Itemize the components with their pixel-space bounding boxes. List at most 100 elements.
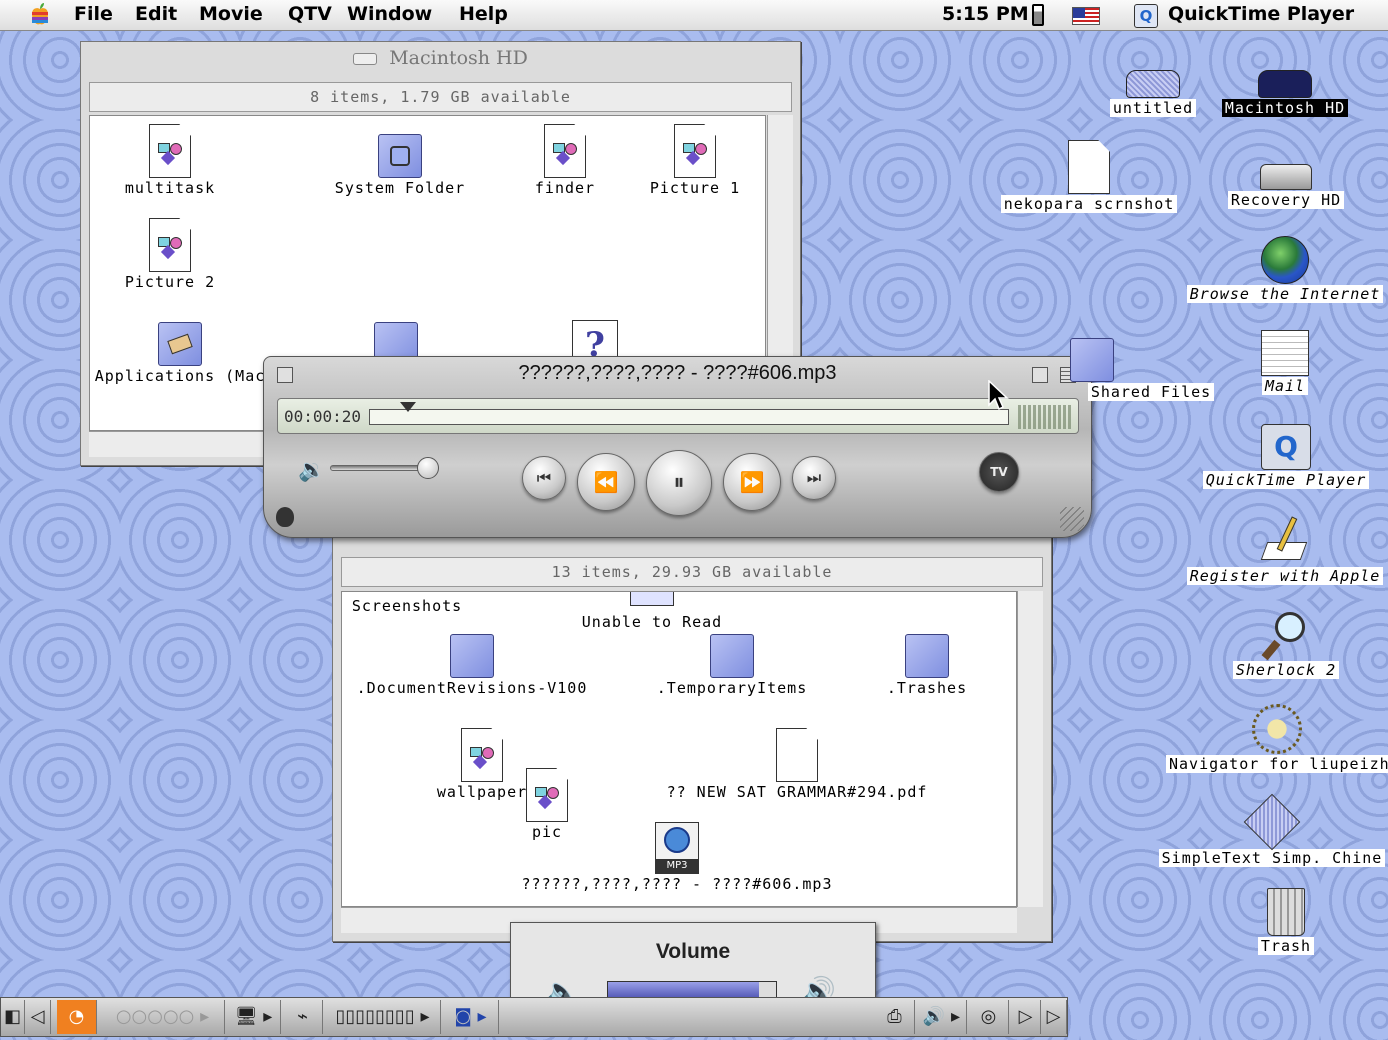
file-sat-grammar-pdf[interactable]: ?? NEW SAT GRAMMAR#294.pdf	[637, 728, 957, 801]
app-switcher-icon[interactable]: Q	[1134, 4, 1158, 28]
strip-appletalk[interactable]: ○○○○○ ▸	[101, 1000, 225, 1034]
icon-label: Unable to Read	[579, 613, 725, 631]
icon-label: Macintosh HD	[1221, 99, 1349, 117]
folder-document-revisions[interactable]: .DocumentRevisions-V100	[342, 634, 602, 697]
menu-help[interactable]: Help	[459, 3, 508, 25]
folder-icon	[1070, 338, 1114, 382]
file-system-folder[interactable]: System Folder	[320, 134, 480, 197]
strip-cd-icon[interactable]: ◎	[969, 1000, 1009, 1034]
icon-label: Sherlock 2	[1232, 661, 1340, 679]
desktop-navigator[interactable]: Navigator for liupeizh	[1166, 704, 1388, 773]
quicktime-player-window: ??????,????,???? - ????#606.mp3 00:00:20…	[263, 356, 1092, 538]
folder-screenshots[interactable]: Screenshots	[342, 596, 472, 615]
volume-knob[interactable]	[417, 457, 439, 479]
strip-scroll-left[interactable]: ◁	[25, 1000, 51, 1034]
menu-movie[interactable]: Movie	[199, 3, 263, 25]
player-title[interactable]: ??????,????,???? - ????#606.mp3	[264, 362, 1091, 385]
unable-to-read-icon[interactable]	[630, 592, 674, 606]
picture-doc-icon	[149, 218, 191, 272]
file-multitask[interactable]: multitask	[120, 124, 220, 197]
zoom-box[interactable]	[1032, 367, 1048, 383]
icon-label: Applications (Mac	[92, 367, 268, 385]
file-applications[interactable]: Applications (Mac	[90, 322, 280, 385]
strip-sound-icon[interactable]: 🔊 ▸	[917, 1000, 967, 1034]
file-picture-2[interactable]: Picture 2	[120, 218, 220, 291]
folder-trashes[interactable]: .Trashes	[872, 634, 982, 697]
folder-temporary-items[interactable]: .TemporaryItems	[642, 634, 822, 697]
desktop-trash[interactable]: Trash	[1244, 888, 1328, 955]
volume-slider[interactable]	[330, 457, 439, 479]
desktop-browse-internet[interactable]: Browse the Internet	[1184, 236, 1386, 303]
flag-icon[interactable]	[1072, 7, 1100, 25]
picture-doc-icon	[526, 768, 568, 822]
menu-file[interactable]: File	[74, 3, 113, 25]
menu-edit[interactable]: Edit	[135, 3, 177, 25]
battery-icon[interactable]	[1032, 4, 1044, 26]
desktop-mail[interactable]: Mail	[1240, 330, 1330, 395]
lcd-display: 00:00:20	[277, 398, 1079, 434]
resize-grip[interactable]	[1060, 507, 1084, 531]
level-meter	[1018, 405, 1072, 429]
window-info-text: 8 items, 1.79 GB available	[310, 88, 571, 106]
file-finder[interactable]: finder	[515, 124, 615, 197]
strip-monitor-icon[interactable]: 🖥 ▸	[227, 1000, 281, 1034]
rewind-button[interactable]: ⏪	[577, 453, 635, 511]
desktop-macintosh-hd[interactable]: Macintosh HD	[1212, 70, 1358, 117]
desktop-register-apple[interactable]: Register with Apple	[1182, 516, 1388, 585]
menu-bar: File Edit Movie QTV Window Help 5:15 PM …	[0, 0, 1388, 31]
pause-button[interactable]: ⏸	[646, 450, 712, 516]
desktop-recovery-hd[interactable]: Recovery HD	[1218, 164, 1354, 209]
icon-label: finder	[532, 179, 598, 197]
tv-button[interactable]: TV	[979, 452, 1019, 492]
strip-map-icon[interactable]: ◙ ▸	[443, 1000, 499, 1034]
go-to-start-button[interactable]: ⏮	[522, 456, 566, 500]
strip-end-tab[interactable]: ▷	[1041, 1000, 1067, 1034]
strip-speaker-icon[interactable]: ▷	[1011, 1000, 1041, 1034]
window-title-bar[interactable]: Macintosh HD	[81, 42, 800, 74]
playhead[interactable]	[400, 402, 417, 412]
mail-icon	[1261, 330, 1309, 376]
file-mp3[interactable]: MP3 ??????,????,???? - ????#606.mp3	[502, 822, 852, 893]
drive-window: 13 items, 29.93 GB available Screenshots…	[332, 520, 1052, 942]
apple-logo-icon	[276, 507, 294, 527]
icon-label: Mail	[1261, 377, 1309, 395]
picture-doc-icon	[544, 124, 586, 178]
desktop-shared-files[interactable]: Shared Files	[1070, 338, 1218, 401]
icon-label: SimpleText Simp. Chine	[1158, 849, 1386, 867]
desktop-nekopara-scrnshot[interactable]: nekopara scrnshot	[994, 140, 1184, 213]
icon-label: Picture 2	[122, 273, 218, 291]
vertical-scrollbar[interactable]	[1017, 591, 1043, 907]
menu-window[interactable]: Window	[347, 3, 432, 25]
window-content: Screenshots Unable to Read .DocumentRevi…	[341, 591, 1017, 907]
strip-collapse-tab[interactable]: ◧	[1, 1000, 25, 1034]
folder-icon	[710, 634, 754, 678]
control-strip: ◧ ◁ ◔ ○○○○○ ▸ 🖥 ▸ ⌁ ▯▯▯▯▯▯▯▯ ▸ ◙ ▸ ⎙ 🔊 ▸…	[0, 997, 1068, 1037]
menu-qtv[interactable]: QTV	[288, 3, 332, 25]
rss-icon[interactable]: ◔	[57, 1000, 97, 1034]
file-picture-1[interactable]: Picture 1	[645, 124, 745, 197]
desktop-quicktime-player[interactable]: Q QuickTime Player	[1194, 424, 1378, 489]
icon-label: .Trashes	[884, 679, 970, 697]
timeline-track[interactable]	[369, 402, 1009, 425]
desktop-simpletext[interactable]: SimpleText Simp. Chine	[1156, 793, 1388, 867]
picture-doc-icon	[674, 124, 716, 178]
icon-label: QuickTime Player	[1202, 471, 1370, 489]
strip-printer-icon[interactable]: ⎙	[875, 1000, 915, 1034]
strip-cd-tracks[interactable]: ▯▯▯▯▯▯▯▯ ▸	[325, 1000, 441, 1034]
navigator-wheel-icon	[1252, 704, 1302, 754]
icon-label: nekopara scrnshot	[1000, 195, 1178, 213]
icon-label: multitask	[122, 179, 218, 197]
disk-unable-to-read[interactable]: Unable to Read	[567, 612, 737, 631]
icon-label: System Folder	[332, 179, 468, 197]
window-info-bar: 8 items, 1.79 GB available	[89, 82, 792, 112]
strip-energy-icon[interactable]: ⌁	[283, 1000, 323, 1034]
fast-forward-button[interactable]: ⏩	[723, 453, 781, 511]
menu-clock[interactable]: 5:15 PM	[942, 3, 1029, 25]
go-to-end-button[interactable]: ⏭	[792, 456, 836, 500]
icon-label: Screenshots	[349, 597, 465, 615]
app-switcher-label[interactable]: QuickTime Player	[1168, 3, 1354, 25]
desktop-untitled-disk[interactable]: untitled	[1108, 70, 1198, 117]
disk-icon	[1126, 70, 1180, 98]
apple-menu-icon[interactable]	[28, 2, 52, 28]
desktop-sherlock-2[interactable]: Sherlock 2	[1228, 610, 1344, 679]
